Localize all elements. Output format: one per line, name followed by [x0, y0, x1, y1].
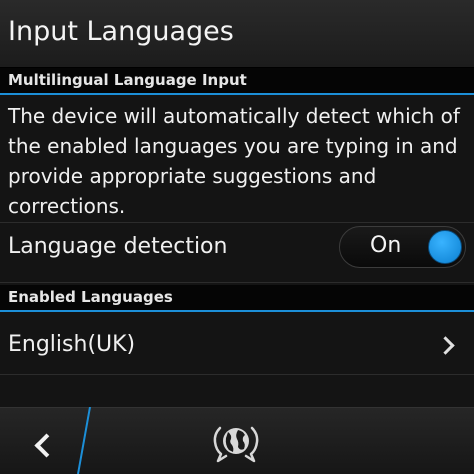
back-button[interactable] — [0, 407, 88, 474]
input-languages-screen: Input Languages Multilingual Language In… — [0, 0, 474, 474]
divider — [0, 222, 474, 223]
globe-chat-icon — [213, 426, 259, 463]
title-bar: Input Languages — [0, 0, 474, 68]
chevron-left-icon — [34, 433, 59, 458]
divider — [0, 282, 474, 283]
section-header-multilingual: Multilingual Language Input — [0, 68, 474, 95]
list-item-label: English(UK) — [8, 332, 136, 357]
toggle-state-label: On — [370, 233, 402, 258]
language-detection-label: Language detection — [8, 234, 228, 259]
section-header-label: Multilingual Language Input — [8, 71, 247, 89]
toggle-knob — [428, 230, 462, 264]
section-header-label: Enabled Languages — [8, 288, 173, 306]
section-header-enabled-languages: Enabled Languages — [0, 285, 474, 312]
globe-chat-button[interactable] — [211, 420, 261, 464]
language-detection-toggle[interactable]: On — [339, 226, 466, 268]
multilingual-description: The device will automatically detect whi… — [8, 104, 460, 218]
divider — [0, 374, 474, 375]
list-item-english-uk[interactable]: English(UK) — [0, 314, 474, 374]
page-title: Input Languages — [8, 16, 234, 47]
